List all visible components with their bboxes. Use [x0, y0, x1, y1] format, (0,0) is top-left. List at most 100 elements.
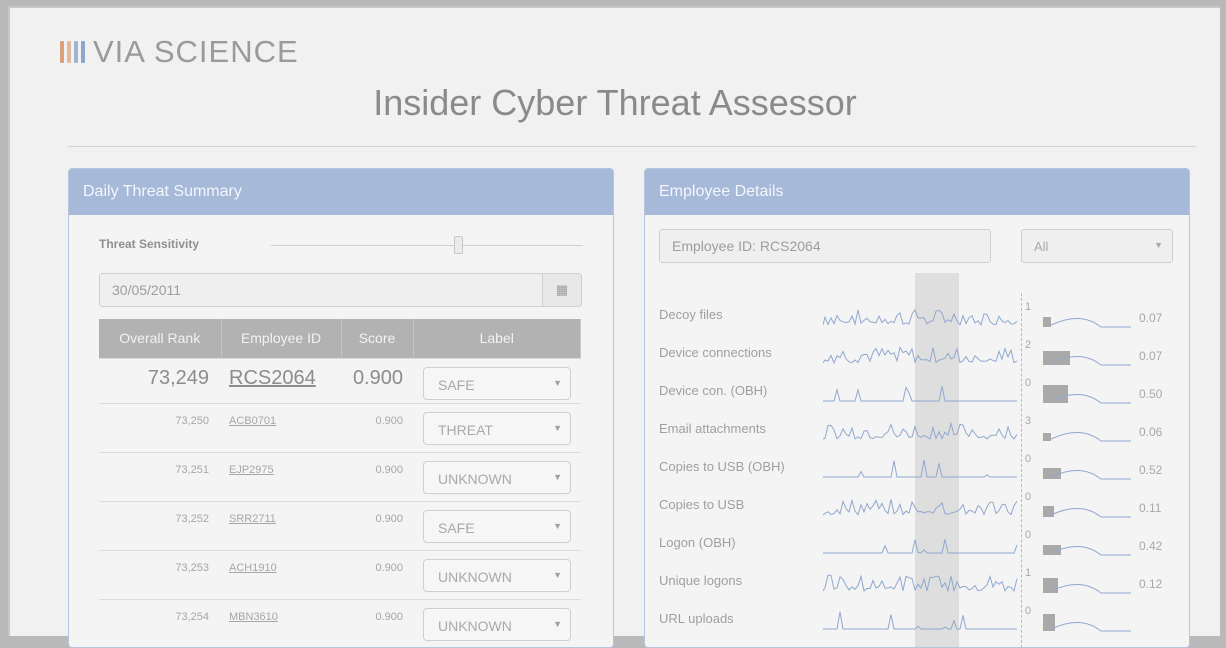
rank-cell-text: 73,252 — [175, 512, 209, 525]
activity-sparkline — [823, 385, 1017, 402]
employee-link[interactable]: SRR2711 — [221, 500, 341, 550]
table-row[interactable]: 73,253 ACH1910 0.900 UNKNOWN ▼ — [99, 549, 581, 599]
metric-count: 0 — [1025, 377, 1032, 389]
header-divider — [68, 146, 1196, 147]
distribution-curve — [1050, 432, 1131, 442]
rank-cell: 73,252 — [99, 500, 221, 550]
employee-link-text[interactable]: RCS2064 — [229, 367, 316, 389]
rank-cell: 73,254 — [99, 598, 221, 647]
sparkline-path — [823, 574, 1018, 593]
column-header-employee[interactable]: Employee ID — [221, 319, 342, 358]
metric-row[interactable]: Email attachments 3 0.06 — [659, 413, 1187, 451]
filter-select[interactable]: All ▼ — [1021, 229, 1173, 263]
slider-handle[interactable] — [454, 236, 463, 254]
metric-row[interactable]: Decoy files 1 0.07 — [659, 299, 1187, 337]
logo-bar — [81, 41, 85, 63]
distribution-bar — [1043, 433, 1051, 441]
metric-label: Decoy files — [659, 307, 723, 322]
score-cell-text: 0.900 — [375, 512, 403, 525]
metric-count: 0 — [1025, 453, 1032, 465]
metric-row[interactable]: Unique logons 1 0.12 — [659, 565, 1187, 603]
label-select-value: UNKNOWN — [438, 617, 512, 634]
chevron-down-icon: ▼ — [553, 471, 562, 482]
rank-cell-text: 73,254 — [175, 610, 209, 623]
label-select[interactable]: UNKNOWN ▼ — [423, 460, 571, 494]
metric-row[interactable]: Copies to USB 0 0.11 — [659, 489, 1187, 527]
label-cell: SAFE ▼ — [413, 357, 581, 403]
distribution-curve — [1050, 470, 1131, 480]
score-cell-text: 0.900 — [375, 610, 403, 623]
calendar-icon[interactable]: ▦ — [542, 273, 582, 307]
threat-sensitivity-slider[interactable] — [271, 245, 583, 246]
distribution-chart — [1043, 468, 1131, 480]
threat-sensitivity-row: Threat Sensitivity — [99, 235, 589, 257]
page-title: Insider Cyber Threat Assessor — [373, 82, 857, 123]
label-select[interactable]: SAFE ▼ — [423, 509, 571, 543]
employee-link[interactable]: RCS2064 — [221, 357, 341, 403]
logo-bar — [60, 41, 64, 63]
sparkline-path — [823, 421, 1018, 440]
metric-value: 0.07 — [1139, 349, 1163, 363]
label-cell: UNKNOWN ▼ — [413, 451, 581, 501]
distribution-bar — [1043, 385, 1068, 403]
column-header-score[interactable]: Score — [341, 319, 414, 358]
rank-cell: 73,249 — [99, 357, 221, 403]
metric-value: 0.11 — [1139, 501, 1162, 515]
threat-sensitivity-label: Threat Sensitivity — [99, 237, 200, 251]
label-select[interactable]: UNKNOWN ▼ — [423, 558, 571, 592]
logo-bar — [67, 41, 71, 63]
metric-row[interactable]: Device con. (OBH) 0 0.50 — [659, 375, 1187, 413]
label-select-value: UNKNOWN — [438, 470, 512, 487]
employee-link[interactable]: ACB0701 — [221, 402, 341, 452]
metric-row[interactable]: Logon (OBH) 0 0.42 — [659, 527, 1187, 565]
sparkline-path — [823, 346, 1018, 365]
column-header-rank[interactable]: Overall Rank — [99, 319, 222, 358]
label-select-value: SAFE — [438, 376, 475, 393]
metric-row[interactable]: Device connections 2 0.07 — [659, 337, 1187, 375]
activity-sparkline — [823, 459, 1017, 478]
panel-header: Employee Details — [645, 169, 1189, 215]
metric-label: Email attachments — [659, 421, 766, 436]
label-cell: THREAT ▼ — [413, 402, 581, 452]
employee-link-text[interactable]: ACB0701 — [229, 415, 276, 427]
employee-id-field[interactable]: Employee ID: RCS2064 — [659, 229, 991, 263]
activity-sparkline — [823, 308, 1018, 327]
metric-label: URL uploads — [659, 611, 734, 626]
distribution-curve — [1050, 546, 1131, 556]
rank-cell-text: 73,251 — [175, 463, 209, 476]
employee-link[interactable]: EJP2975 — [221, 451, 341, 501]
distribution-chart — [1043, 545, 1131, 556]
score-cell-text: 0.900 — [352, 366, 403, 389]
employee-details-panel: Employee Details Employee ID: RCS2064 Al… — [644, 168, 1190, 648]
distribution-bar — [1043, 578, 1058, 593]
table-row[interactable]: 73,251 EJP2975 0.900 UNKNOWN ▼ — [99, 451, 581, 501]
label-select[interactable]: UNKNOWN ▼ — [423, 607, 571, 641]
label-select-value: SAFE — [438, 519, 475, 536]
table-row[interactable]: 73,250 ACB0701 0.900 THREAT ▼ — [99, 402, 581, 452]
via-science-logo: VIA SCIENCE — [60, 34, 299, 70]
employee-link[interactable]: MBN3610 — [221, 598, 341, 647]
score-cell: 0.900 — [341, 598, 413, 647]
table-row[interactable]: 73,254 MBN3610 0.900 UNKNOWN ▼ — [99, 598, 581, 647]
metric-count: 0 — [1025, 491, 1032, 503]
column-header-label[interactable]: Label — [413, 319, 581, 358]
table-row[interactable]: 73,249 RCS2064 0.900 SAFE ▼ — [99, 357, 581, 403]
score-cell: 0.900 — [341, 357, 413, 403]
table-row[interactable]: 73,252 SRR2711 0.900 SAFE ▼ — [99, 500, 581, 550]
employee-link-text[interactable]: MBN3610 — [229, 611, 278, 623]
score-cell: 0.900 — [341, 402, 413, 452]
activity-sparkline — [823, 421, 1018, 440]
employee-link-text[interactable]: EJP2975 — [229, 464, 274, 476]
label-select[interactable]: THREAT ▼ — [423, 411, 571, 445]
label-select[interactable]: SAFE ▼ — [423, 366, 571, 400]
distribution-curve — [1050, 584, 1131, 594]
metric-row[interactable]: Copies to USB (OBH) 0 0.52 — [659, 451, 1187, 489]
chevron-down-icon: ▼ — [553, 618, 562, 629]
employee-link[interactable]: ACH1910 — [221, 549, 341, 599]
employee-link-text[interactable]: SRR2711 — [229, 513, 276, 525]
date-input[interactable]: 30/05/2011 — [99, 273, 543, 307]
threat-table: Overall Rank Employee ID Score Label 73,… — [99, 319, 581, 647]
metric-row[interactable]: URL uploads 0 — [659, 603, 1187, 641]
employee-link-text[interactable]: ACH1910 — [229, 562, 277, 574]
sparkline-path — [823, 308, 1018, 327]
